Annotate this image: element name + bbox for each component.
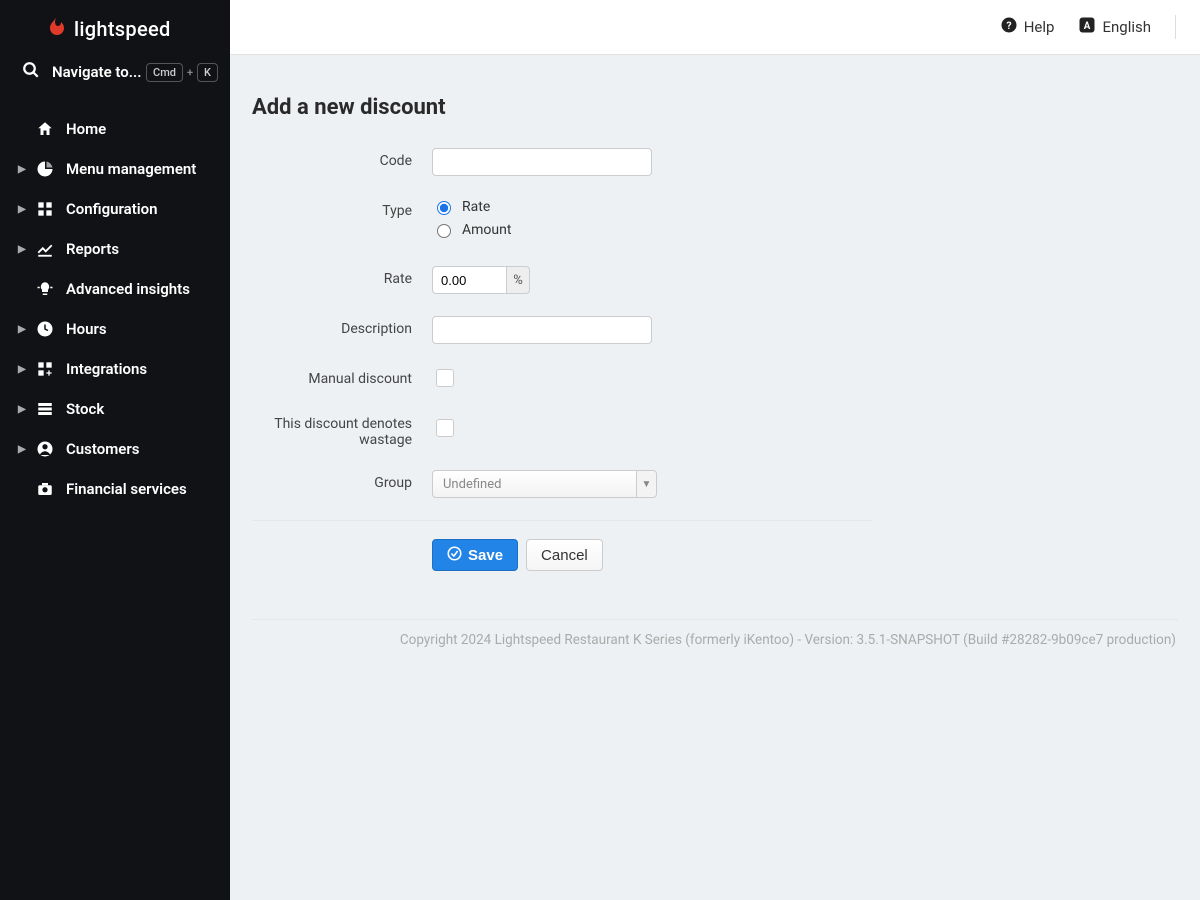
save-button-label: Save (468, 547, 503, 564)
footer-text: Copyright 2024 Lightspeed Restaurant K S… (252, 632, 1178, 668)
menu-pie-icon (34, 160, 56, 178)
rate-suffix: % (506, 266, 530, 294)
sidebar-item-label: Advanced insights (66, 280, 190, 298)
type-rate-radio[interactable] (437, 201, 451, 215)
sidebar-item-configuration[interactable]: ▶ Configuration (0, 189, 230, 229)
sidebar-item-label: Home (66, 120, 106, 138)
clock-icon (34, 320, 56, 338)
wastage-checkbox[interactable] (436, 419, 454, 437)
sidebar-item-label: Configuration (66, 200, 158, 218)
chevron-right-icon: ▶ (18, 204, 28, 215)
camera-icon (34, 480, 56, 498)
home-icon (34, 120, 56, 138)
wastage-label: This discount denotes wastage (252, 416, 432, 448)
cancel-button[interactable]: Cancel (526, 539, 603, 571)
topbar: ? Help A English (230, 0, 1200, 55)
sidebar-item-stock[interactable]: ▶ Stock (0, 389, 230, 429)
help-label: Help (1024, 18, 1055, 36)
sidebar-item-label: Menu management (66, 160, 196, 178)
cancel-button-label: Cancel (541, 547, 588, 564)
code-input[interactable] (432, 148, 652, 176)
sidebar-item-label: Financial services (66, 480, 187, 498)
kbd-shortcut: Cmd + K (146, 63, 218, 82)
sidebar-item-financial-services[interactable]: Financial services (0, 469, 230, 509)
description-label: Description (252, 316, 432, 337)
manual-discount-checkbox[interactable] (436, 369, 454, 387)
type-amount-label: Amount (462, 222, 511, 238)
content-area: Add a new discount Code Type Rate (230, 55, 1200, 668)
chevron-right-icon: ▶ (18, 404, 28, 415)
svg-text:A: A (1084, 21, 1091, 32)
navigate-search[interactable]: Navigate to... Cmd + K (0, 53, 230, 95)
manual-discount-label: Manual discount (252, 366, 432, 387)
language-selector[interactable]: A English (1078, 16, 1151, 38)
sidebar-item-customers[interactable]: ▶ Customers (0, 429, 230, 469)
type-label: Type (252, 198, 432, 219)
footer-divider (252, 619, 1178, 620)
chevron-right-icon: ▶ (18, 164, 28, 175)
lightbulb-icon (34, 280, 56, 298)
type-amount-option[interactable]: Amount (432, 221, 872, 238)
code-label: Code (252, 148, 432, 169)
sidebar-item-menu-management[interactable]: ▶ Menu management (0, 149, 230, 189)
sidebar-nav: Home ▶ Menu management ▶ Configuration ▶… (0, 95, 230, 509)
sidebar: lightspeed Navigate to... Cmd + K Home ▶ (0, 0, 230, 900)
navigate-placeholder: Navigate to... (52, 63, 142, 81)
type-rate-option[interactable]: Rate (432, 198, 872, 215)
chevron-right-icon: ▶ (18, 364, 28, 375)
sidebar-item-reports[interactable]: ▶ Reports (0, 229, 230, 269)
user-icon (34, 440, 56, 458)
type-amount-radio[interactable] (437, 224, 451, 238)
sidebar-item-label: Customers (66, 440, 139, 458)
sidebar-item-label: Reports (66, 240, 119, 258)
language-icon: A (1078, 16, 1096, 38)
help-icon: ? (1000, 16, 1018, 38)
form-divider (252, 520, 872, 521)
help-link[interactable]: ? Help (1000, 16, 1055, 38)
chevron-down-icon: ▼ (636, 471, 656, 497)
chart-icon (34, 240, 56, 258)
page-title: Add a new discount (252, 95, 1178, 120)
plugins-icon (34, 361, 56, 377)
save-button[interactable]: Save (432, 539, 518, 571)
topbar-divider (1175, 15, 1176, 39)
brand-name: lightspeed (74, 17, 171, 41)
group-select-value: Undefined (433, 477, 636, 492)
check-circle-icon (447, 546, 462, 565)
description-input[interactable] (432, 316, 652, 344)
grid-icon (34, 201, 56, 217)
sidebar-item-label: Stock (66, 400, 104, 418)
sidebar-item-label: Integrations (66, 360, 147, 378)
type-rate-label: Rate (462, 199, 490, 215)
sidebar-item-advanced-insights[interactable]: Advanced insights (0, 269, 230, 309)
rate-input[interactable] (432, 266, 506, 294)
brand-logo[interactable]: lightspeed (0, 0, 230, 53)
sidebar-item-home[interactable]: Home (0, 109, 230, 149)
sidebar-item-hours[interactable]: ▶ Hours (0, 309, 230, 349)
stack-icon (34, 400, 56, 418)
flame-icon (48, 14, 66, 43)
rate-label: Rate (252, 266, 432, 287)
search-icon (22, 61, 40, 83)
language-label: English (1102, 18, 1151, 36)
group-select[interactable]: Undefined ▼ (432, 470, 657, 498)
svg-text:?: ? (1006, 19, 1011, 32)
sidebar-item-integrations[interactable]: ▶ Integrations (0, 349, 230, 389)
chevron-right-icon: ▶ (18, 244, 28, 255)
chevron-right-icon: ▶ (18, 444, 28, 455)
chevron-right-icon: ▶ (18, 324, 28, 335)
group-label: Group (252, 470, 432, 491)
main-content: ? Help A English Add a new discount Code (230, 0, 1200, 900)
sidebar-item-label: Hours (66, 320, 107, 338)
